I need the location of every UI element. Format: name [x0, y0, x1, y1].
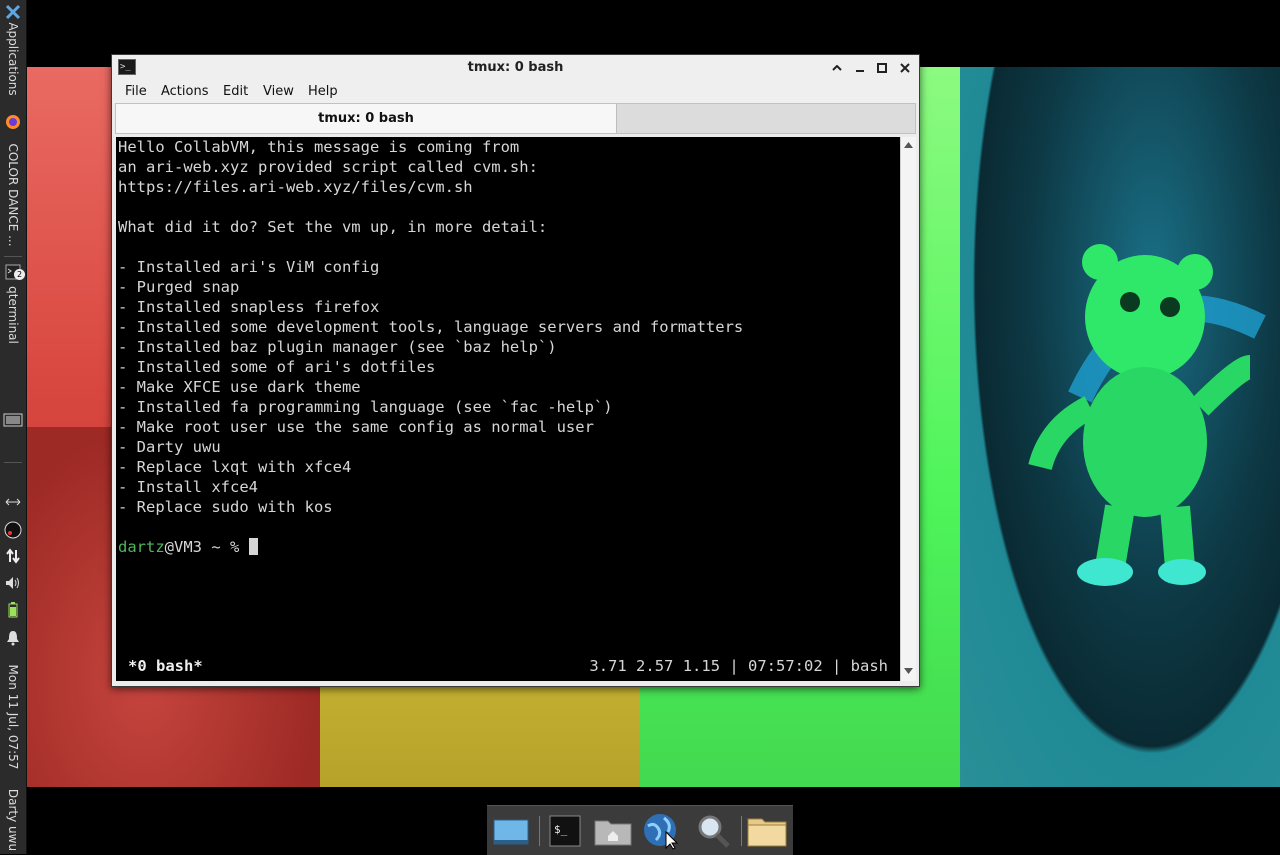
- wallpaper-panel-teal: [960, 67, 1280, 787]
- bottom-dock: $_: [487, 805, 793, 855]
- menu-actions[interactable]: Actions: [161, 84, 209, 99]
- obs-record-icon[interactable]: [3, 520, 23, 540]
- vertical-scrollbar[interactable]: [900, 137, 916, 681]
- search-icon[interactable]: [693, 812, 733, 850]
- window-titlebar[interactable]: >_ tmux: 0 bash: [112, 55, 919, 82]
- menu-bar: File Actions Edit View Help: [112, 81, 919, 103]
- arrow-down-icon: [904, 668, 913, 674]
- shell-prompt[interactable]: dartz@VM3 ~ %: [118, 537, 258, 557]
- terminal-line: - Purged snap: [118, 278, 240, 296]
- terminal-line: - Installed fa programming language (see…: [118, 398, 613, 416]
- terminal-line: - Make XFCE use dark theme: [118, 378, 361, 396]
- minimize-icon: [856, 70, 864, 72]
- web-browser-icon[interactable]: [641, 812, 681, 850]
- battery-icon[interactable]: [3, 600, 23, 620]
- close-button[interactable]: [896, 59, 914, 77]
- qterminal-icon[interactable]: 2: [3, 262, 25, 282]
- tab-tmux-bash[interactable]: tmux: 0 bash: [116, 104, 617, 133]
- tmux-status-window: *0 bash*: [128, 657, 203, 675]
- dock-separator: [741, 816, 742, 846]
- terminal-line: - Installed some of ari's dotfiles: [118, 358, 436, 376]
- user-menu-label[interactable]: Darty uwu: [6, 789, 20, 851]
- gummy-bear-figure: [1028, 244, 1266, 586]
- close-icon: [900, 63, 910, 73]
- menu-help[interactable]: Help: [308, 84, 338, 99]
- panel-separator: [4, 256, 22, 257]
- menu-file[interactable]: File: [125, 84, 147, 99]
- firefox-icon[interactable]: [3, 112, 23, 132]
- terminal-line: - Installed ari's ViM config: [118, 258, 380, 276]
- taskbar-item-color-dance[interactable]: COLOR DANCE ...: [6, 143, 20, 246]
- panel-separator: [4, 462, 22, 463]
- terminal-line: - Installed some development tools, lang…: [118, 318, 744, 336]
- tmux-status-info: 3.71 2.57 1.15 | 07:57:02 | bash: [589, 657, 888, 675]
- menu-edit[interactable]: Edit: [223, 84, 248, 99]
- terminal-line: Hello CollabVM, this message is coming f…: [118, 138, 520, 156]
- volume-icon[interactable]: [3, 573, 23, 593]
- terminal-line: - Make root user use the same config as …: [118, 418, 594, 436]
- left-side-panel: Applications COLOR DANCE ... 2 qterminal…: [0, 0, 27, 854]
- maximize-icon: [877, 63, 887, 73]
- shade-button[interactable]: [828, 59, 846, 77]
- chevron-up-icon: [832, 65, 842, 71]
- menu-view[interactable]: View: [263, 84, 294, 99]
- prompt-username: dartz: [118, 538, 165, 556]
- terminal-line: - Install xfce4: [118, 478, 258, 496]
- terminal-line: - Replace lxqt with xfce4: [118, 458, 352, 476]
- home-folder-icon[interactable]: [593, 812, 633, 850]
- network-icon[interactable]: [3, 546, 23, 566]
- window-title: tmux: 0 bash: [467, 60, 564, 75]
- workspace-switcher-icon[interactable]: [3, 410, 23, 430]
- taskbar-item-qterminal[interactable]: qterminal: [6, 286, 20, 344]
- terminal-line: What did it do? Set the vm up, in more d…: [118, 218, 548, 236]
- terminal-line: - Installed snapless firefox: [118, 298, 380, 316]
- applications-menu-button[interactable]: Applications: [6, 22, 20, 95]
- resize-arrows-icon[interactable]: [3, 492, 23, 512]
- terminal-line: - Replace sudo with kos: [118, 498, 333, 516]
- xfce-menu-icon[interactable]: [3, 2, 23, 22]
- show-desktop-icon[interactable]: [491, 812, 531, 850]
- terminal-line: - Darty uwu: [118, 438, 221, 456]
- terminal-line: an ari-web.xyz provided script called cv…: [118, 158, 538, 176]
- terminal-output[interactable]: Hello CollabVM, this message is coming f…: [116, 137, 900, 681]
- scroll-up-arrow[interactable]: [903, 140, 914, 150]
- window-count-badge: 2: [14, 269, 25, 280]
- arrow-up-icon: [904, 142, 913, 148]
- terminal-line: - Installed baz plugin manager (see `baz…: [118, 338, 557, 356]
- scroll-down-arrow[interactable]: [903, 666, 914, 676]
- maximize-button[interactable]: [873, 59, 891, 77]
- dock-separator: [539, 816, 540, 846]
- tab-bar: tmux: 0 bash: [115, 103, 916, 134]
- file-manager-icon[interactable]: [747, 812, 787, 850]
- qterminal-window[interactable]: >_ tmux: 0 bash File Actions Edit View H…: [111, 54, 920, 687]
- terminal-line: https://files.ari-web.xyz/files/cvm.sh: [118, 178, 473, 196]
- prompt-host-path: @VM3 ~ %: [164, 538, 249, 556]
- panel-clock[interactable]: Mon 11 Jul, 07:57: [6, 665, 20, 770]
- terminal-icon[interactable]: $_: [545, 812, 585, 850]
- text-cursor: [248, 538, 258, 555]
- notification-bell-icon[interactable]: [3, 628, 23, 648]
- svg-text:$_: $_: [554, 823, 568, 836]
- minimize-button[interactable]: [851, 59, 869, 77]
